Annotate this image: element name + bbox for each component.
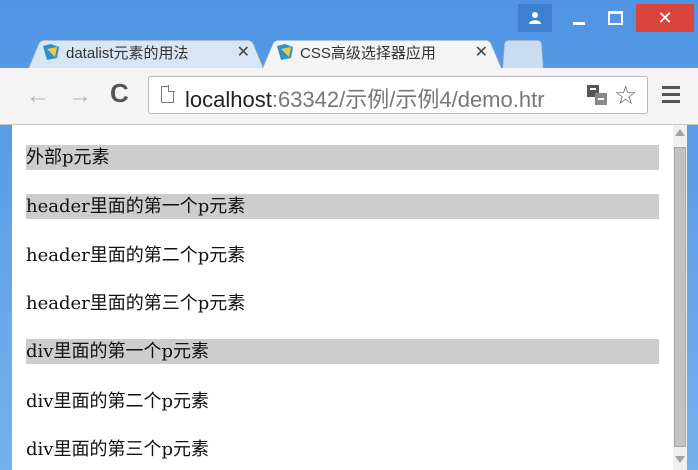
- back-button[interactable]: ←: [26, 82, 50, 110]
- close-window-button[interactable]: ✕: [636, 4, 694, 32]
- scroll-down-arrow-icon[interactable]: [675, 456, 685, 463]
- forward-button[interactable]: →: [68, 82, 92, 110]
- page-icon: [161, 85, 175, 103]
- minimize-button[interactable]: [562, 4, 596, 32]
- minimize-icon: [573, 21, 585, 25]
- paragraph-header-3: header里面的第三个p元素: [26, 293, 246, 314]
- scrollbar-thumb[interactable]: [674, 147, 686, 447]
- paragraph-div-2: div里面的第二个p元素: [26, 391, 209, 412]
- bookmark-star-icon[interactable]: ☆: [614, 80, 637, 111]
- paragraph-header-2: header里面的第二个p元素: [26, 245, 246, 266]
- paragraph-div-1: div里面的第一个p元素: [26, 339, 659, 364]
- tab-label: datalist元素的用法: [66, 44, 189, 62]
- paragraph-div-3: div里面的第三个p元素: [26, 439, 209, 460]
- paragraph-header-1: header里面的第一个p元素: [26, 194, 659, 219]
- title-bar: ✕: [0, 0, 698, 40]
- url-text: localhost:63342/示例/示例4/demo.htr: [185, 87, 545, 112]
- maximize-icon: [607, 11, 623, 25]
- webstorm-icon: [42, 43, 60, 61]
- tab-close-icon[interactable]: ✕: [237, 42, 250, 62]
- translate-icon[interactable]: [586, 84, 608, 106]
- tab-css-selectors[interactable]: CSS高级选择器应用 ✕: [262, 36, 502, 68]
- webstorm-icon: [276, 43, 294, 61]
- tab-close-icon[interactable]: ✕: [475, 42, 488, 62]
- page-viewport: 外部p元素 header里面的第一个p元素 header里面的第二个p元素 he…: [12, 125, 687, 470]
- address-bar[interactable]: localhost:63342/示例/示例4/demo.htr: [148, 76, 648, 114]
- maximize-button[interactable]: [598, 4, 632, 32]
- tab-datalist[interactable]: datalist元素的用法 ✕: [28, 36, 264, 68]
- scroll-up-arrow-icon[interactable]: [675, 129, 685, 136]
- new-tab-button[interactable]: [502, 36, 544, 68]
- user-icon[interactable]: [518, 4, 552, 32]
- paragraph-outer: 外部p元素: [26, 145, 659, 170]
- tab-label: CSS高级选择器应用: [300, 44, 436, 62]
- reload-button[interactable]: C: [110, 78, 129, 109]
- menu-icon[interactable]: [662, 86, 680, 107]
- browser-window: ✕ datalist元素的用法 ✕ CSS高级选择器应用 ✕ ← → C loc…: [0, 0, 698, 470]
